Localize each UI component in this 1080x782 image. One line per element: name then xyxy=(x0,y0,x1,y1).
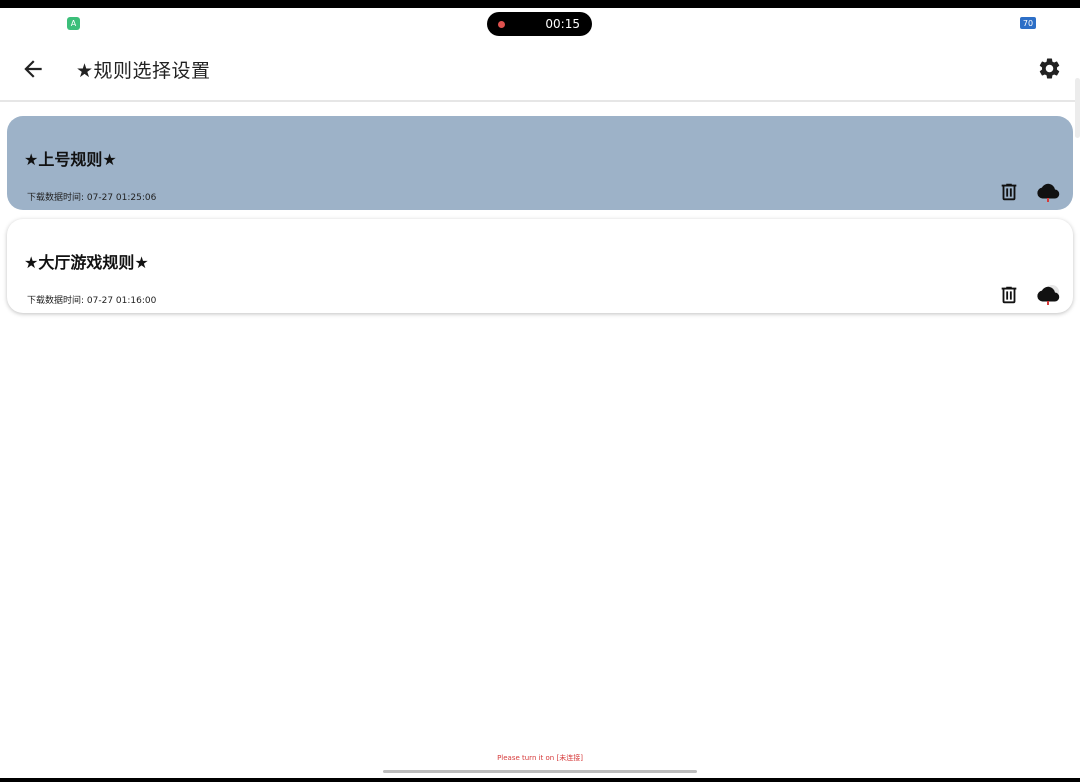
battery-indicator: 70 xyxy=(1020,17,1036,29)
arrow-left-icon xyxy=(24,60,42,78)
delete-button[interactable] xyxy=(998,283,1020,307)
back-button[interactable] xyxy=(20,56,46,82)
settings-button[interactable] xyxy=(1037,56,1062,81)
page-title: ★规则选择设置 xyxy=(76,60,211,82)
scroll-edge-indicator xyxy=(1075,78,1080,138)
app-screen: A 00:15 70 ★规则选择设置 ★上号规则★ 下载数据时间: 07-27 … xyxy=(0,8,1080,778)
app-bar: ★规则选择设置 xyxy=(0,40,1080,102)
trash-icon xyxy=(1001,183,1017,201)
cloud-download-icon xyxy=(1037,285,1060,305)
home-indicator[interactable] xyxy=(383,770,697,773)
screen-recording-indicator: 00:15 xyxy=(487,12,592,36)
download-rule-button[interactable] xyxy=(1035,282,1061,308)
cloud-download-icon xyxy=(1037,183,1060,202)
gear-icon xyxy=(1039,58,1060,79)
rule-download-time: 下载数据时间: 07-27 01:16:00 xyxy=(27,296,157,306)
rule-title: ★上号规则★ xyxy=(24,150,117,169)
rule-title: ★大厅游戏规则★ xyxy=(24,253,149,272)
rule-download-time: 下载数据时间: 07-27 01:25:06 xyxy=(27,193,157,203)
download-rule-button[interactable] xyxy=(1035,179,1061,205)
connection-status-note: Please turn it on [未连接] xyxy=(497,754,583,762)
trash-icon xyxy=(1001,286,1017,304)
notification-icon: A xyxy=(67,17,80,30)
rule-card[interactable]: ★大厅游戏规则★ 下载数据时间: 07-27 01:16:00 xyxy=(7,219,1073,313)
delete-button[interactable] xyxy=(998,180,1020,204)
recording-time: 00:15 xyxy=(545,17,580,31)
recording-dot-icon xyxy=(498,20,505,28)
rule-card[interactable]: ★上号规则★ 下载数据时间: 07-27 01:25:06 xyxy=(7,116,1073,210)
